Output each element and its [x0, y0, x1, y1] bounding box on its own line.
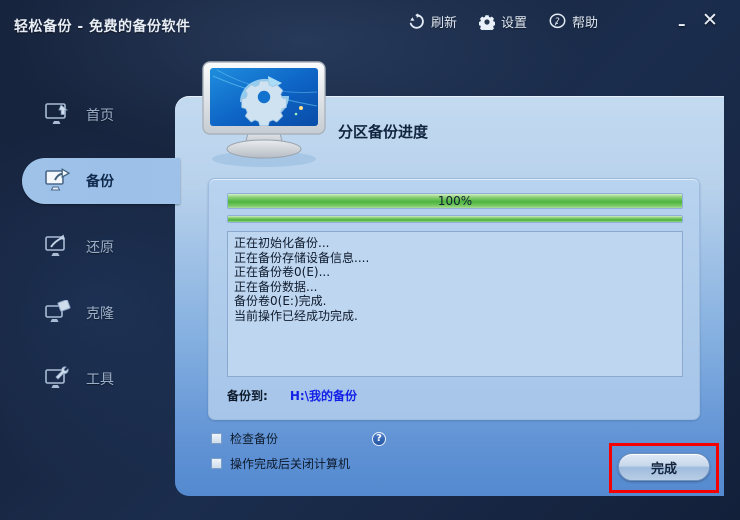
log-line: 正在初始化备份...	[234, 236, 330, 250]
checkbox-shutdown-after[interactable]	[211, 458, 222, 469]
progress-percent-label: 100%	[437, 194, 473, 208]
sidebar-label-clone: 克隆	[86, 306, 114, 322]
help-label: 帮助	[572, 16, 599, 31]
option-shutdown-after[interactable]: 操作完成后关闭计算机	[211, 455, 350, 472]
main-panel: 分区备份进度 100% 正在初始化备份... 正在备份存储设备信息.... 正在备份…	[175, 61, 724, 496]
destination-label: 备份到:	[227, 389, 268, 403]
progress-bar: 100%	[227, 193, 683, 209]
monitor-backup-icon	[44, 168, 72, 194]
log-line: 当前操作已经成功完成.	[234, 308, 358, 323]
refresh-label: 刷新	[431, 16, 458, 31]
help-circle-icon: ?	[549, 13, 566, 30]
sidebar-label-tools: 工具	[86, 372, 114, 388]
sidebar: 首页 备份 还原 克隆 工具	[0, 52, 180, 520]
destination-path[interactable]: H:\我的备份	[290, 387, 357, 404]
sub-progress-bar	[227, 215, 683, 223]
sidebar-item-backup[interactable]: 备份	[22, 158, 180, 204]
destination-row: 备份到: H:\我的备份	[227, 387, 357, 404]
app-title: 轻松备份 - 免费的备份软件	[14, 19, 191, 35]
sidebar-item-restore[interactable]: 还原	[22, 224, 180, 270]
settings-button[interactable]: 设置	[479, 12, 527, 31]
minimize-button[interactable]: –	[678, 16, 686, 32]
monitor-restore-icon	[44, 234, 72, 260]
log-output[interactable]: 正在初始化备份... 正在备份存储设备信息.... 正在备份卷0(E)... 正在备份…	[227, 231, 683, 377]
sub-progress-bar-fill	[228, 216, 682, 222]
refresh-icon	[408, 13, 425, 30]
sidebar-label-home: 首页	[86, 108, 114, 124]
sidebar-label-restore: 还原	[86, 240, 114, 256]
monitor-gear-sync-icon	[197, 58, 332, 170]
refresh-button[interactable]: 刷新	[408, 12, 457, 31]
sidebar-label-backup: 备份	[86, 174, 114, 190]
progress-panel: 100% 正在初始化备份... 正在备份存储设备信息.... 正在备份卷0(E)..…	[208, 178, 700, 420]
svg-text:?: ?	[555, 17, 560, 27]
sidebar-item-tools[interactable]: 工具	[22, 356, 180, 402]
checkbox-verify-backup[interactable]	[211, 433, 222, 444]
app-window: 轻松备份 - 免费的备份软件 刷新 设置 ? 帮助 – ✕ 首页 备份 还原 克…	[0, 0, 740, 520]
finish-button[interactable]: 完成	[618, 453, 710, 481]
monitor-home-icon	[44, 102, 72, 128]
help-button[interactable]: ? 帮助	[549, 12, 598, 31]
settings-label: 设置	[501, 16, 528, 31]
page-title: 分区备份进度	[338, 123, 429, 141]
option-label-verify-backup: 检查备份	[230, 432, 279, 446]
close-button[interactable]: ✕	[702, 11, 718, 30]
title-bar: 轻松备份 - 免费的备份软件 刷新 设置 ? 帮助 – ✕	[0, 0, 740, 52]
log-line: 正在备份存储设备信息....	[234, 250, 370, 265]
option-label-shutdown-after: 操作完成后关闭计算机	[230, 457, 351, 471]
help-question-icon[interactable]: ?	[372, 431, 387, 446]
sidebar-item-clone[interactable]: 克隆	[22, 290, 180, 336]
monitor-tools-icon	[44, 366, 72, 392]
option-verify-backup[interactable]: 检查备份 ?	[211, 430, 387, 447]
titlebar-actions: 刷新 设置 ? 帮助	[408, 12, 598, 31]
sidebar-item-home[interactable]: 首页	[22, 92, 180, 138]
log-line: 正在备份数据...	[234, 279, 318, 294]
monitor-clone-icon	[44, 299, 72, 326]
log-line: 正在备份卷0(E)...	[234, 265, 331, 279]
log-line: 备份卷0(E:)完成.	[234, 294, 327, 308]
gear-icon	[479, 14, 496, 30]
